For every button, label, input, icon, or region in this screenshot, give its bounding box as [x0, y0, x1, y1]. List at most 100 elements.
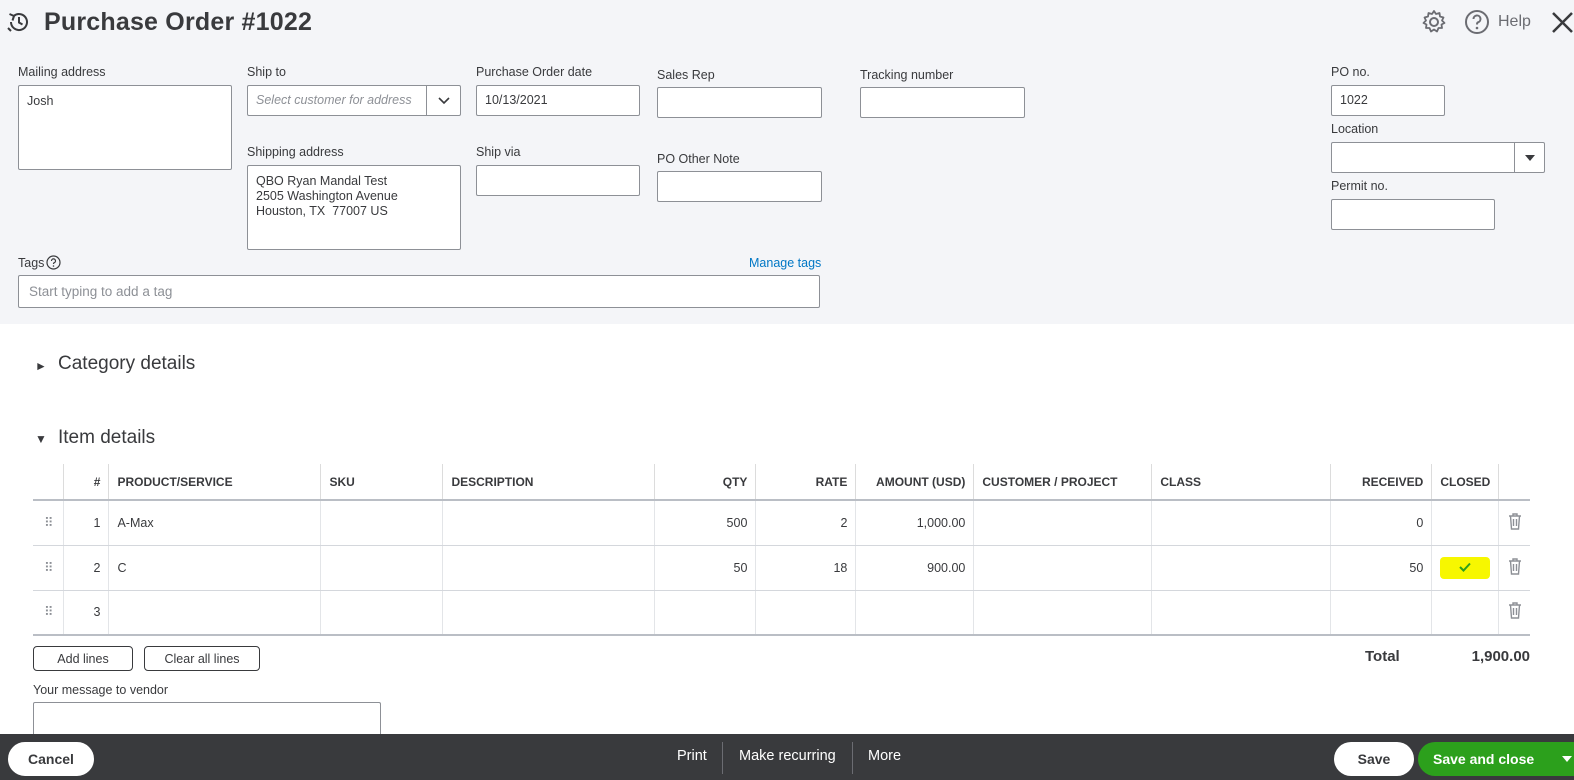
total-value: 1,900.00: [1471, 648, 1530, 665]
table-row[interactable]: ⠿ 3: [33, 590, 1530, 636]
trash-icon[interactable]: [1508, 602, 1522, 619]
total-label: Total: [1365, 648, 1400, 665]
category-details-toggle-icon[interactable]: ►: [35, 359, 47, 373]
permit-no-label: Permit no.: [1331, 179, 1388, 193]
save-button[interactable]: Save: [1334, 742, 1414, 776]
save-and-close-label: Save and close: [1433, 751, 1535, 767]
help-icon[interactable]: [1464, 9, 1490, 35]
ship-to-dropdown-button[interactable]: [426, 86, 460, 115]
row-closed-checkbox[interactable]: [1431, 590, 1499, 636]
permit-no-field[interactable]: [1331, 199, 1495, 230]
row-num: 3: [63, 590, 109, 636]
row-customer[interactable]: [973, 500, 1152, 546]
row-rate[interactable]: 18: [755, 545, 856, 591]
row-sku[interactable]: [320, 590, 443, 636]
drag-handle-icon[interactable]: ⠿: [44, 560, 53, 575]
row-amount[interactable]: 900.00: [855, 545, 974, 591]
close-icon[interactable]: [1548, 9, 1574, 35]
ship-to-label: Ship to: [247, 65, 286, 79]
item-details-heading[interactable]: Item details: [58, 427, 155, 449]
po-no-value: 1022: [1340, 93, 1368, 107]
row-amount[interactable]: 1,000.00: [855, 500, 974, 546]
row-qty[interactable]: 500: [654, 500, 756, 546]
po-date-field[interactable]: 10/13/2021: [476, 85, 640, 116]
tags-label: Tags: [18, 256, 45, 270]
caret-down-icon: [1524, 154, 1535, 161]
add-lines-button[interactable]: Add lines: [33, 646, 133, 671]
tags-help-icon[interactable]: [46, 255, 61, 270]
po-other-note-field[interactable]: [657, 171, 822, 202]
ship-to-select[interactable]: Select customer for address: [247, 85, 461, 116]
header-received: RECEIVED: [1330, 464, 1432, 501]
po-other-note-label: PO Other Note: [657, 152, 740, 166]
drag-header: [33, 464, 64, 501]
tracking-number-field[interactable]: [860, 87, 1025, 118]
row-qty[interactable]: 50: [654, 545, 756, 591]
table-row[interactable]: ⠿ 2 C 50 18 900.00 50: [33, 545, 1530, 591]
print-button[interactable]: Print: [677, 748, 707, 764]
table-row[interactable]: ⠿ 1 A-Max 500 2 1,000.00 0: [33, 500, 1530, 546]
make-recurring-button[interactable]: Make recurring: [739, 748, 836, 764]
location-label: Location: [1331, 122, 1379, 136]
item-details-table: # PRODUCT/SERVICE SKU DESCRIPTION QTY RA…: [33, 464, 1530, 636]
ship-via-label: Ship via: [476, 145, 521, 159]
row-received: [1330, 590, 1432, 636]
row-product[interactable]: C: [108, 545, 321, 591]
trash-icon[interactable]: [1508, 557, 1522, 575]
location-dropdown-button[interactable]: [1514, 143, 1544, 172]
drag-handle-icon[interactable]: ⠿: [44, 515, 53, 530]
recent-history-icon[interactable]: [6, 9, 32, 35]
row-customer[interactable]: [973, 590, 1152, 636]
row-description[interactable]: [442, 590, 655, 636]
row-amount[interactable]: [855, 590, 974, 636]
header-description: DESCRIPTION: [442, 464, 655, 501]
cancel-button[interactable]: Cancel: [8, 742, 94, 776]
shipping-address-line3: Houston, TX 77007 US: [256, 204, 388, 218]
header-amount: AMOUNT (USD): [855, 464, 974, 501]
po-no-field[interactable]: 1022: [1331, 85, 1445, 116]
ship-via-field[interactable]: [476, 165, 640, 196]
save-and-close-button[interactable]: Save and close: [1418, 742, 1574, 776]
location-select[interactable]: [1331, 142, 1545, 173]
row-rate[interactable]: [755, 590, 856, 636]
caret-down-icon[interactable]: [1562, 754, 1572, 764]
help-label[interactable]: Help: [1498, 13, 1531, 31]
row-class[interactable]: [1151, 500, 1331, 546]
tracking-number-label: Tracking number: [860, 68, 954, 82]
gear-icon[interactable]: [1421, 9, 1447, 35]
sales-rep-field[interactable]: [657, 87, 822, 118]
footer-bar: Cancel Print Make recurring More Save Sa…: [0, 734, 1574, 780]
item-details-toggle-icon[interactable]: ▼: [35, 432, 47, 446]
row-closed-checkbox[interactable]: [1431, 545, 1499, 591]
row-class[interactable]: [1151, 545, 1331, 591]
po-date-value: 10/13/2021: [485, 93, 548, 107]
row-sku[interactable]: [320, 500, 443, 546]
row-description[interactable]: [442, 500, 655, 546]
shipping-address-line1: QBO Ryan Mandal Test: [256, 174, 388, 188]
row-rate[interactable]: 2: [755, 500, 856, 546]
shipping-address-field[interactable]: QBO Ryan Mandal Test 2505 Washington Ave…: [247, 165, 461, 250]
row-sku[interactable]: [320, 545, 443, 591]
row-description[interactable]: [442, 545, 655, 591]
row-class[interactable]: [1151, 590, 1331, 636]
table-header-row: # PRODUCT/SERVICE SKU DESCRIPTION QTY RA…: [33, 464, 1530, 501]
row-product[interactable]: [108, 590, 321, 636]
row-customer[interactable]: [973, 545, 1152, 591]
tags-input[interactable]: Start typing to add a tag: [18, 275, 820, 308]
header-product: PRODUCT/SERVICE: [108, 464, 321, 501]
clear-all-lines-button[interactable]: Clear all lines: [144, 646, 260, 671]
category-details-heading[interactable]: Category details: [58, 353, 195, 375]
mailing-address-label: Mailing address: [18, 65, 106, 79]
mailing-address-field[interactable]: Josh: [18, 85, 232, 170]
footer-divider: [722, 742, 723, 774]
row-qty[interactable]: [654, 590, 756, 636]
more-button[interactable]: More: [868, 748, 901, 764]
drag-handle-icon[interactable]: ⠿: [44, 604, 53, 619]
manage-tags-link[interactable]: Manage tags: [749, 256, 821, 270]
row-product[interactable]: A-Max: [108, 500, 321, 546]
header-class: CLASS: [1151, 464, 1331, 501]
trash-icon[interactable]: [1508, 513, 1522, 530]
closed-highlight: [1440, 556, 1491, 579]
row-closed-checkbox[interactable]: [1431, 500, 1499, 546]
ship-to-placeholder: Select customer for address: [256, 93, 412, 107]
